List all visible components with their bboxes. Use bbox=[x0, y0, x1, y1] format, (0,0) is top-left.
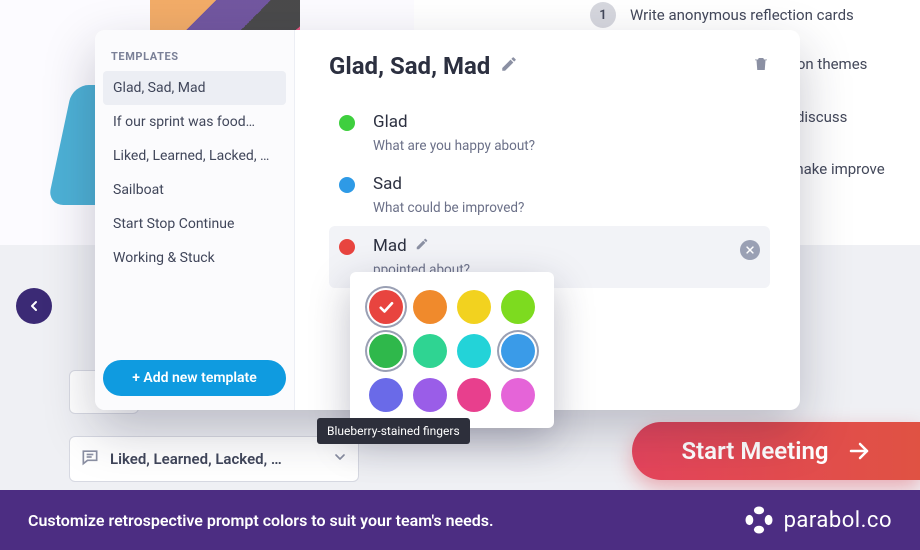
color-swatch[interactable] bbox=[413, 290, 447, 324]
arrow-right-icon bbox=[847, 439, 871, 463]
prompt-sad[interactable]: Sad What could be improved? bbox=[329, 164, 770, 226]
prompt-desc: What are you happy about? bbox=[373, 138, 535, 154]
check-icon bbox=[377, 298, 395, 316]
chat-icon bbox=[80, 447, 100, 471]
color-swatch[interactable] bbox=[501, 378, 535, 412]
trash-icon bbox=[752, 55, 770, 73]
prompt-color-dot[interactable] bbox=[339, 177, 355, 193]
pencil-icon bbox=[500, 55, 518, 73]
close-icon bbox=[745, 245, 755, 255]
template-sidebar: TEMPLATES Glad, Sad, Mad If our sprint w… bbox=[95, 30, 295, 410]
template-item-working-stuck[interactable]: Working & Stuck bbox=[103, 241, 286, 275]
brand: parabol.co bbox=[744, 505, 892, 535]
color-swatch[interactable] bbox=[457, 378, 491, 412]
footer-text: Customize retrospective prompt colors to… bbox=[28, 511, 494, 530]
color-swatch[interactable] bbox=[369, 290, 403, 324]
step-1-text: Write anonymous reflection cards bbox=[630, 6, 854, 24]
color-picker-popover bbox=[350, 272, 554, 428]
parabol-logo-icon bbox=[744, 505, 774, 535]
pencil-icon bbox=[415, 237, 429, 251]
edit-title-button[interactable] bbox=[500, 55, 518, 77]
prompt-name: Sad bbox=[373, 174, 402, 194]
edit-prompt-button[interactable] bbox=[415, 236, 429, 256]
footer-band: Customize retrospective prompt colors to… bbox=[0, 490, 920, 550]
color-swatch[interactable] bbox=[457, 290, 491, 324]
start-meeting-button[interactable]: Start Meeting bbox=[632, 422, 920, 480]
color-tooltip-text: Blueberry-stained fingers bbox=[327, 424, 460, 438]
start-meeting-label: Start Meeting bbox=[681, 437, 828, 465]
template-title: Glad, Sad, Mad bbox=[329, 52, 490, 80]
color-swatch[interactable] bbox=[369, 334, 403, 368]
prompt-name: Glad bbox=[373, 112, 408, 132]
step-1: 1 Write anonymous reflection cards bbox=[590, 2, 854, 28]
add-template-label: + Add new template bbox=[132, 370, 257, 386]
template-item-liked-learned[interactable]: Liked, Learned, Lacked, … bbox=[103, 139, 286, 173]
color-tooltip: Blueberry-stained fingers bbox=[317, 418, 470, 444]
prompt-glad[interactable]: Glad What are you happy about? bbox=[329, 102, 770, 164]
template-list: Glad, Sad, Mad If our sprint was food… L… bbox=[95, 71, 294, 350]
brand-text: parabol.co bbox=[784, 508, 892, 533]
color-swatch[interactable] bbox=[501, 290, 535, 324]
color-swatch[interactable] bbox=[413, 378, 447, 412]
template-item-glad-sad-mad[interactable]: Glad, Sad, Mad bbox=[103, 71, 286, 105]
color-swatch[interactable] bbox=[369, 378, 403, 412]
prompt-name: Mad bbox=[373, 236, 407, 256]
prompt-color-dot[interactable] bbox=[339, 115, 355, 131]
delete-template-button[interactable] bbox=[752, 55, 770, 77]
prompt-color-dot[interactable] bbox=[339, 239, 355, 255]
prompt-desc: What could be improved? bbox=[373, 200, 524, 216]
add-template-button[interactable]: + Add new template bbox=[103, 360, 286, 396]
template-item-sprint-food[interactable]: If our sprint was food… bbox=[103, 105, 286, 139]
color-swatch[interactable] bbox=[501, 334, 535, 368]
template-item-sailboat[interactable]: Sailboat bbox=[103, 173, 286, 207]
template-dropdown-label: Liked, Learned, Lacked, … bbox=[110, 450, 282, 468]
step-1-number: 1 bbox=[590, 2, 616, 28]
template-title-row: Glad, Sad, Mad bbox=[329, 52, 770, 80]
templates-header: TEMPLATES bbox=[95, 40, 294, 71]
color-swatch[interactable] bbox=[457, 334, 491, 368]
chevron-left-icon bbox=[26, 298, 42, 314]
template-dropdown[interactable]: Liked, Learned, Lacked, … bbox=[69, 436, 359, 482]
remove-prompt-button[interactable] bbox=[740, 240, 760, 260]
template-item-start-stop[interactable]: Start Stop Continue bbox=[103, 207, 286, 241]
chevron-down-icon bbox=[332, 449, 348, 469]
prompt-list: Glad What are you happy about? Sad What … bbox=[329, 102, 770, 288]
back-button[interactable] bbox=[16, 288, 52, 324]
color-swatch[interactable] bbox=[413, 334, 447, 368]
